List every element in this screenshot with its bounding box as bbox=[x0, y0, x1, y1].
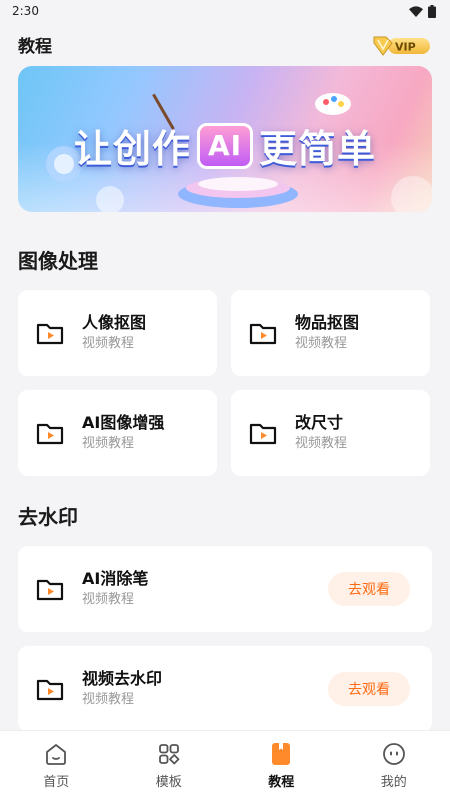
card-subtitle: 视频教程 bbox=[295, 336, 348, 351]
card-title: AI图像增强 bbox=[82, 413, 165, 432]
bottom-tab-bar: 首页 模板 教程 我的 bbox=[0, 730, 450, 800]
battery-icon bbox=[428, 4, 436, 18]
card-subtitle: 视频教程 bbox=[82, 336, 135, 351]
banner-text-right: 更简单 bbox=[259, 127, 377, 171]
banner-text-left: 让创作 bbox=[73, 127, 191, 171]
promo-banner[interactable]: 让创作 AI 更简单 bbox=[18, 66, 432, 212]
watch-button[interactable]: 去观看 bbox=[328, 572, 410, 606]
card-title: 人像抠图 bbox=[82, 313, 147, 332]
tutorial-card-resize[interactable]: 改尺寸 视频教程 bbox=[231, 390, 430, 476]
section-title-watermark: 去水印 bbox=[18, 505, 78, 529]
tab-profile[interactable]: 我的 bbox=[354, 741, 434, 790]
tutorial-card-ai-eraser[interactable]: AI消除笔 视频教程 去观看 bbox=[18, 546, 432, 632]
video-folder-icon bbox=[36, 423, 64, 445]
tab-label: 教程 bbox=[268, 775, 295, 790]
card-title: 视频去水印 bbox=[82, 669, 163, 688]
page-title: 教程 bbox=[18, 36, 52, 57]
tutorial-card-portrait-cutout[interactable]: 人像抠图 视频教程 bbox=[18, 290, 217, 376]
banner-ai-chip: AI bbox=[196, 122, 254, 169]
grid-icon bbox=[158, 744, 180, 765]
image-tutorial-grid: 人像抠图 视频教程 物品抠图 视频教程 AI图像增强 视频教程 改尺寸 视频教程 bbox=[0, 290, 450, 476]
tutorial-card-video-watermark[interactable]: 视频去水印 视频教程 去观看 bbox=[18, 646, 432, 732]
video-folder-icon bbox=[249, 323, 277, 345]
page-header: 教程 VIP bbox=[0, 22, 450, 66]
vip-badge[interactable]: VIP bbox=[372, 31, 432, 57]
book-icon bbox=[272, 743, 291, 765]
section-title-image: 图像处理 bbox=[18, 249, 98, 273]
card-subtitle: 视频教程 bbox=[82, 436, 135, 451]
video-folder-icon bbox=[249, 423, 277, 445]
card-subtitle: 视频教程 bbox=[82, 592, 135, 607]
svg-text:VIP: VIP bbox=[395, 41, 416, 54]
status-bar: 2:30 bbox=[0, 0, 450, 22]
tutorial-card-object-cutout[interactable]: 物品抠图 视频教程 bbox=[231, 290, 430, 376]
home-icon bbox=[46, 744, 67, 765]
banner-headline: 让创作 AI 更简单 bbox=[18, 118, 432, 173]
card-title: 改尺寸 bbox=[295, 413, 344, 432]
tab-label: 我的 bbox=[380, 775, 407, 790]
card-title: AI消除笔 bbox=[82, 569, 149, 588]
card-subtitle: 视频教程 bbox=[295, 436, 348, 451]
status-time: 2:30 bbox=[12, 4, 39, 18]
card-subtitle: 视频教程 bbox=[82, 692, 135, 707]
card-title: 物品抠图 bbox=[295, 313, 360, 332]
smiley-icon bbox=[382, 743, 405, 765]
tab-label: 首页 bbox=[43, 775, 70, 790]
tab-label: 模板 bbox=[155, 775, 182, 790]
watch-button[interactable]: 去观看 bbox=[328, 672, 410, 706]
tab-home[interactable]: 首页 bbox=[16, 741, 96, 790]
video-folder-icon bbox=[36, 323, 64, 345]
video-folder-icon bbox=[36, 579, 64, 601]
video-folder-icon bbox=[36, 679, 64, 701]
tutorial-card-ai-enhance[interactable]: AI图像增强 视频教程 bbox=[18, 390, 217, 476]
wifi-icon bbox=[409, 5, 423, 17]
vip-crown-icon: VIP bbox=[373, 36, 430, 56]
tab-templates[interactable]: 模板 bbox=[129, 741, 209, 790]
tab-tutorial[interactable]: 教程 bbox=[241, 741, 321, 790]
